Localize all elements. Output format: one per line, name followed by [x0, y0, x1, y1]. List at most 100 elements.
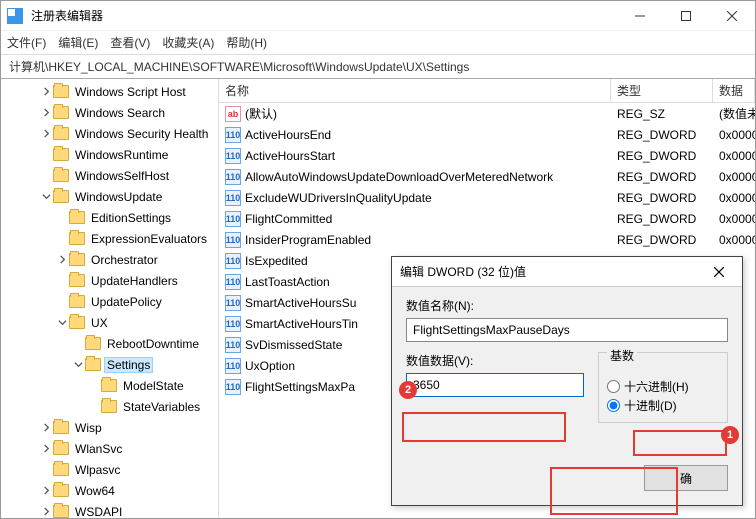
value-data-input[interactable] — [406, 373, 584, 397]
chevron-down-icon[interactable] — [71, 360, 85, 369]
dword-value-icon: 110 — [225, 148, 241, 164]
chevron-right-icon[interactable] — [39, 129, 53, 138]
annotation-box-decimal — [633, 430, 727, 456]
chevron-right-icon[interactable] — [39, 108, 53, 117]
value-row[interactable]: 110ActiveHoursEndREG_DWORD0x0000 — [219, 124, 755, 145]
value-row[interactable]: 110AllowAutoWindowsUpdateDownloadOverMet… — [219, 166, 755, 187]
chevron-right-icon[interactable] — [39, 423, 53, 432]
dword-value-icon: 110 — [225, 232, 241, 248]
tree-item-label: Windows Script Host — [72, 84, 189, 100]
menu-file[interactable]: 文件(F) — [7, 34, 46, 51]
tree-panel[interactable]: Windows Script HostWindows SearchWindows… — [1, 79, 219, 518]
tree-item[interactable]: UX — [1, 312, 218, 333]
tree-item-label: EditionSettings — [88, 210, 174, 226]
folder-icon — [101, 379, 117, 392]
tree-item-label: WindowsSelfHost — [72, 168, 172, 184]
menu-view[interactable]: 查看(V) — [110, 34, 150, 51]
value-name: ExcludeWUDriversInQualityUpdate — [245, 191, 432, 205]
tree-item[interactable]: UpdatePolicy — [1, 291, 218, 312]
tree-item[interactable]: Settings — [1, 354, 218, 375]
value-row[interactable]: 110ActiveHoursStartREG_DWORD0x0000 — [219, 145, 755, 166]
annotation-badge-1: 1 — [721, 426, 739, 444]
value-name: FlightSettingsMaxPa — [245, 380, 355, 394]
value-name: SvDismissedState — [245, 338, 342, 352]
chevron-right-icon[interactable] — [39, 444, 53, 453]
address-text: 计算机\HKEY_LOCAL_MACHINE\SOFTWARE\Microsof… — [9, 58, 469, 75]
tree-item[interactable]: WSDAPI — [1, 501, 218, 518]
annotation-box-ok — [550, 467, 678, 515]
menu-help[interactable]: 帮助(H) — [226, 34, 267, 51]
tree-item[interactable]: Wlpasvc — [1, 459, 218, 480]
tree-item-label: Orchestrator — [88, 252, 161, 268]
tree-item[interactable]: WlanSvc — [1, 438, 218, 459]
value-name: InsiderProgramEnabled — [245, 233, 371, 247]
value-row[interactable]: 110InsiderProgramEnabledREG_DWORD0x0000 — [219, 229, 755, 250]
value-name-input[interactable] — [406, 318, 728, 342]
col-data[interactable]: 数据 — [713, 79, 755, 102]
folder-icon — [101, 400, 117, 413]
value-data: 0x0000 — [713, 212, 755, 226]
tree-item[interactable]: UpdateHandlers — [1, 270, 218, 291]
radio-dec-label: 十进制(D) — [624, 397, 677, 414]
value-name: IsExpedited — [245, 254, 308, 268]
chevron-right-icon[interactable] — [39, 507, 53, 516]
tree-item[interactable]: ModelState — [1, 375, 218, 396]
value-name: LastToastAction — [245, 275, 330, 289]
value-data: (数值未 — [713, 105, 755, 122]
value-type: REG_DWORD — [611, 149, 713, 163]
col-name[interactable]: 名称 — [219, 79, 611, 102]
radio-dec[interactable]: 十进制(D) — [607, 397, 719, 414]
dword-value-icon: 110 — [225, 358, 241, 374]
tree-item[interactable]: Orchestrator — [1, 249, 218, 270]
tree-item[interactable]: Windows Security Health — [1, 123, 218, 144]
address-bar[interactable]: 计算机\HKEY_LOCAL_MACHINE\SOFTWARE\Microsof… — [1, 55, 755, 79]
chevron-right-icon[interactable] — [55, 255, 69, 264]
tree-item-label: Wow64 — [72, 483, 118, 499]
tree-item[interactable]: RebootDowntime — [1, 333, 218, 354]
chevron-down-icon[interactable] — [39, 192, 53, 201]
tree-item[interactable]: WindowsSelfHost — [1, 165, 218, 186]
chevron-down-icon[interactable] — [55, 318, 69, 327]
tree-item[interactable]: StateVariables — [1, 396, 218, 417]
tree-item[interactable]: EditionSettings — [1, 207, 218, 228]
maximize-button[interactable] — [663, 1, 709, 31]
value-row[interactable]: 110ExcludeWUDriversInQualityUpdateREG_DW… — [219, 187, 755, 208]
dword-value-icon: 110 — [225, 295, 241, 311]
folder-icon — [53, 106, 69, 119]
tree-item-label: ExpressionEvaluators — [88, 231, 210, 247]
col-type[interactable]: 类型 — [611, 79, 713, 102]
value-row[interactable]: 110FlightCommittedREG_DWORD0x0000 — [219, 208, 755, 229]
menu-favorites[interactable]: 收藏夹(A) — [162, 34, 214, 51]
value-data: 0x0000 — [713, 170, 755, 184]
value-name: (默认) — [245, 105, 277, 122]
radio-hex-label: 十六进制(H) — [624, 378, 689, 395]
tree-item[interactable]: Wisp — [1, 417, 218, 438]
value-name-label: 数值名称(N): — [406, 297, 728, 314]
tree-item[interactable]: Wow64 — [1, 480, 218, 501]
tree-item[interactable]: WindowsUpdate — [1, 186, 218, 207]
folder-icon — [53, 463, 69, 476]
close-button[interactable] — [709, 1, 755, 31]
chevron-right-icon[interactable] — [39, 486, 53, 495]
tree-item[interactable]: WindowsRuntime — [1, 144, 218, 165]
base-fieldset: 基数 十六进制(H) 十进制(D) — [598, 352, 728, 423]
tree-item[interactable]: Windows Script Host — [1, 81, 218, 102]
dword-value-icon: 110 — [225, 379, 241, 395]
window-title: 注册表编辑器 — [29, 7, 617, 24]
radio-hex[interactable]: 十六进制(H) — [607, 378, 719, 395]
value-type: REG_DWORD — [611, 191, 713, 205]
minimize-button[interactable] — [617, 1, 663, 31]
menu-edit[interactable]: 编辑(E) — [58, 34, 98, 51]
folder-icon — [69, 274, 85, 287]
tree-item-label: UpdatePolicy — [88, 294, 165, 310]
string-value-icon: ab — [225, 106, 241, 122]
folder-icon — [53, 421, 69, 434]
value-name: AllowAutoWindowsUpdateDownloadOverMetere… — [245, 170, 553, 184]
folder-icon — [53, 127, 69, 140]
chevron-right-icon[interactable] — [39, 87, 53, 96]
annotation-badge-2: 2 — [399, 381, 417, 399]
tree-item[interactable]: Windows Search — [1, 102, 218, 123]
value-row[interactable]: ab(默认)REG_SZ(数值未 — [219, 103, 755, 124]
tree-item[interactable]: ExpressionEvaluators — [1, 228, 218, 249]
dialog-close-button[interactable] — [704, 257, 734, 287]
